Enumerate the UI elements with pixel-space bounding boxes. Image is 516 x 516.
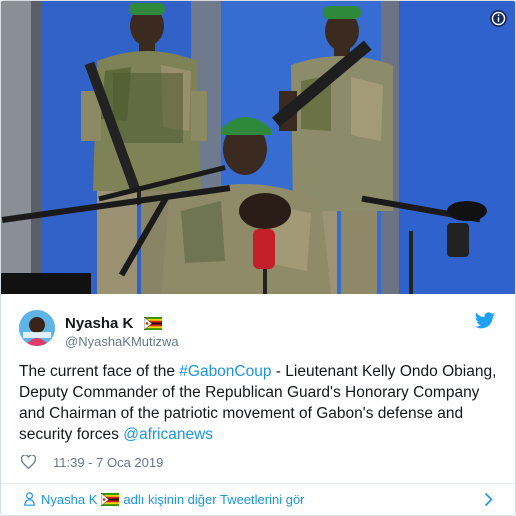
info-icon[interactable] xyxy=(490,10,507,27)
more-tweets-footer[interactable]: Nyasha K adlı kişinin diğer Tweetlerini … xyxy=(1,483,515,515)
user-icon xyxy=(24,492,35,506)
tweet-text: The current face of the #GabonCoup - Lie… xyxy=(19,361,503,445)
zimbabwe-flag-icon xyxy=(101,492,120,509)
more-tweets-prefix: Nyasha K xyxy=(41,492,98,507)
heart-icon[interactable] xyxy=(20,454,37,470)
more-tweets-link[interactable]: Nyasha K adlı kişinin diğer Tweetlerini … xyxy=(41,492,305,509)
hashtag-link[interactable]: #GabonCoup xyxy=(179,363,271,380)
twitter-bird-icon[interactable] xyxy=(475,312,495,329)
tweet-text-start: The current face of the xyxy=(19,363,180,380)
chevron-right-icon[interactable] xyxy=(484,492,493,507)
author-name-text: Nyasha K xyxy=(65,315,134,332)
embedded-tweet-card: Nyasha K @NyashaKMutizwa The current fac… xyxy=(0,0,516,516)
tweet-photo[interactable] xyxy=(1,1,515,294)
mention-link[interactable]: @africanews xyxy=(123,426,213,443)
timestamp[interactable]: 11:39 - 7 Oca 2019 xyxy=(53,455,163,470)
more-tweets-suffix: adlı kişinin diğer Tweetlerini gör xyxy=(123,492,305,507)
author-name[interactable]: Nyasha K xyxy=(65,315,162,334)
avatar[interactable] xyxy=(19,310,55,346)
zimbabwe-flag-icon xyxy=(143,316,162,334)
photo-scene xyxy=(1,1,515,294)
author-handle[interactable]: @NyashaKMutizwa xyxy=(65,334,179,349)
